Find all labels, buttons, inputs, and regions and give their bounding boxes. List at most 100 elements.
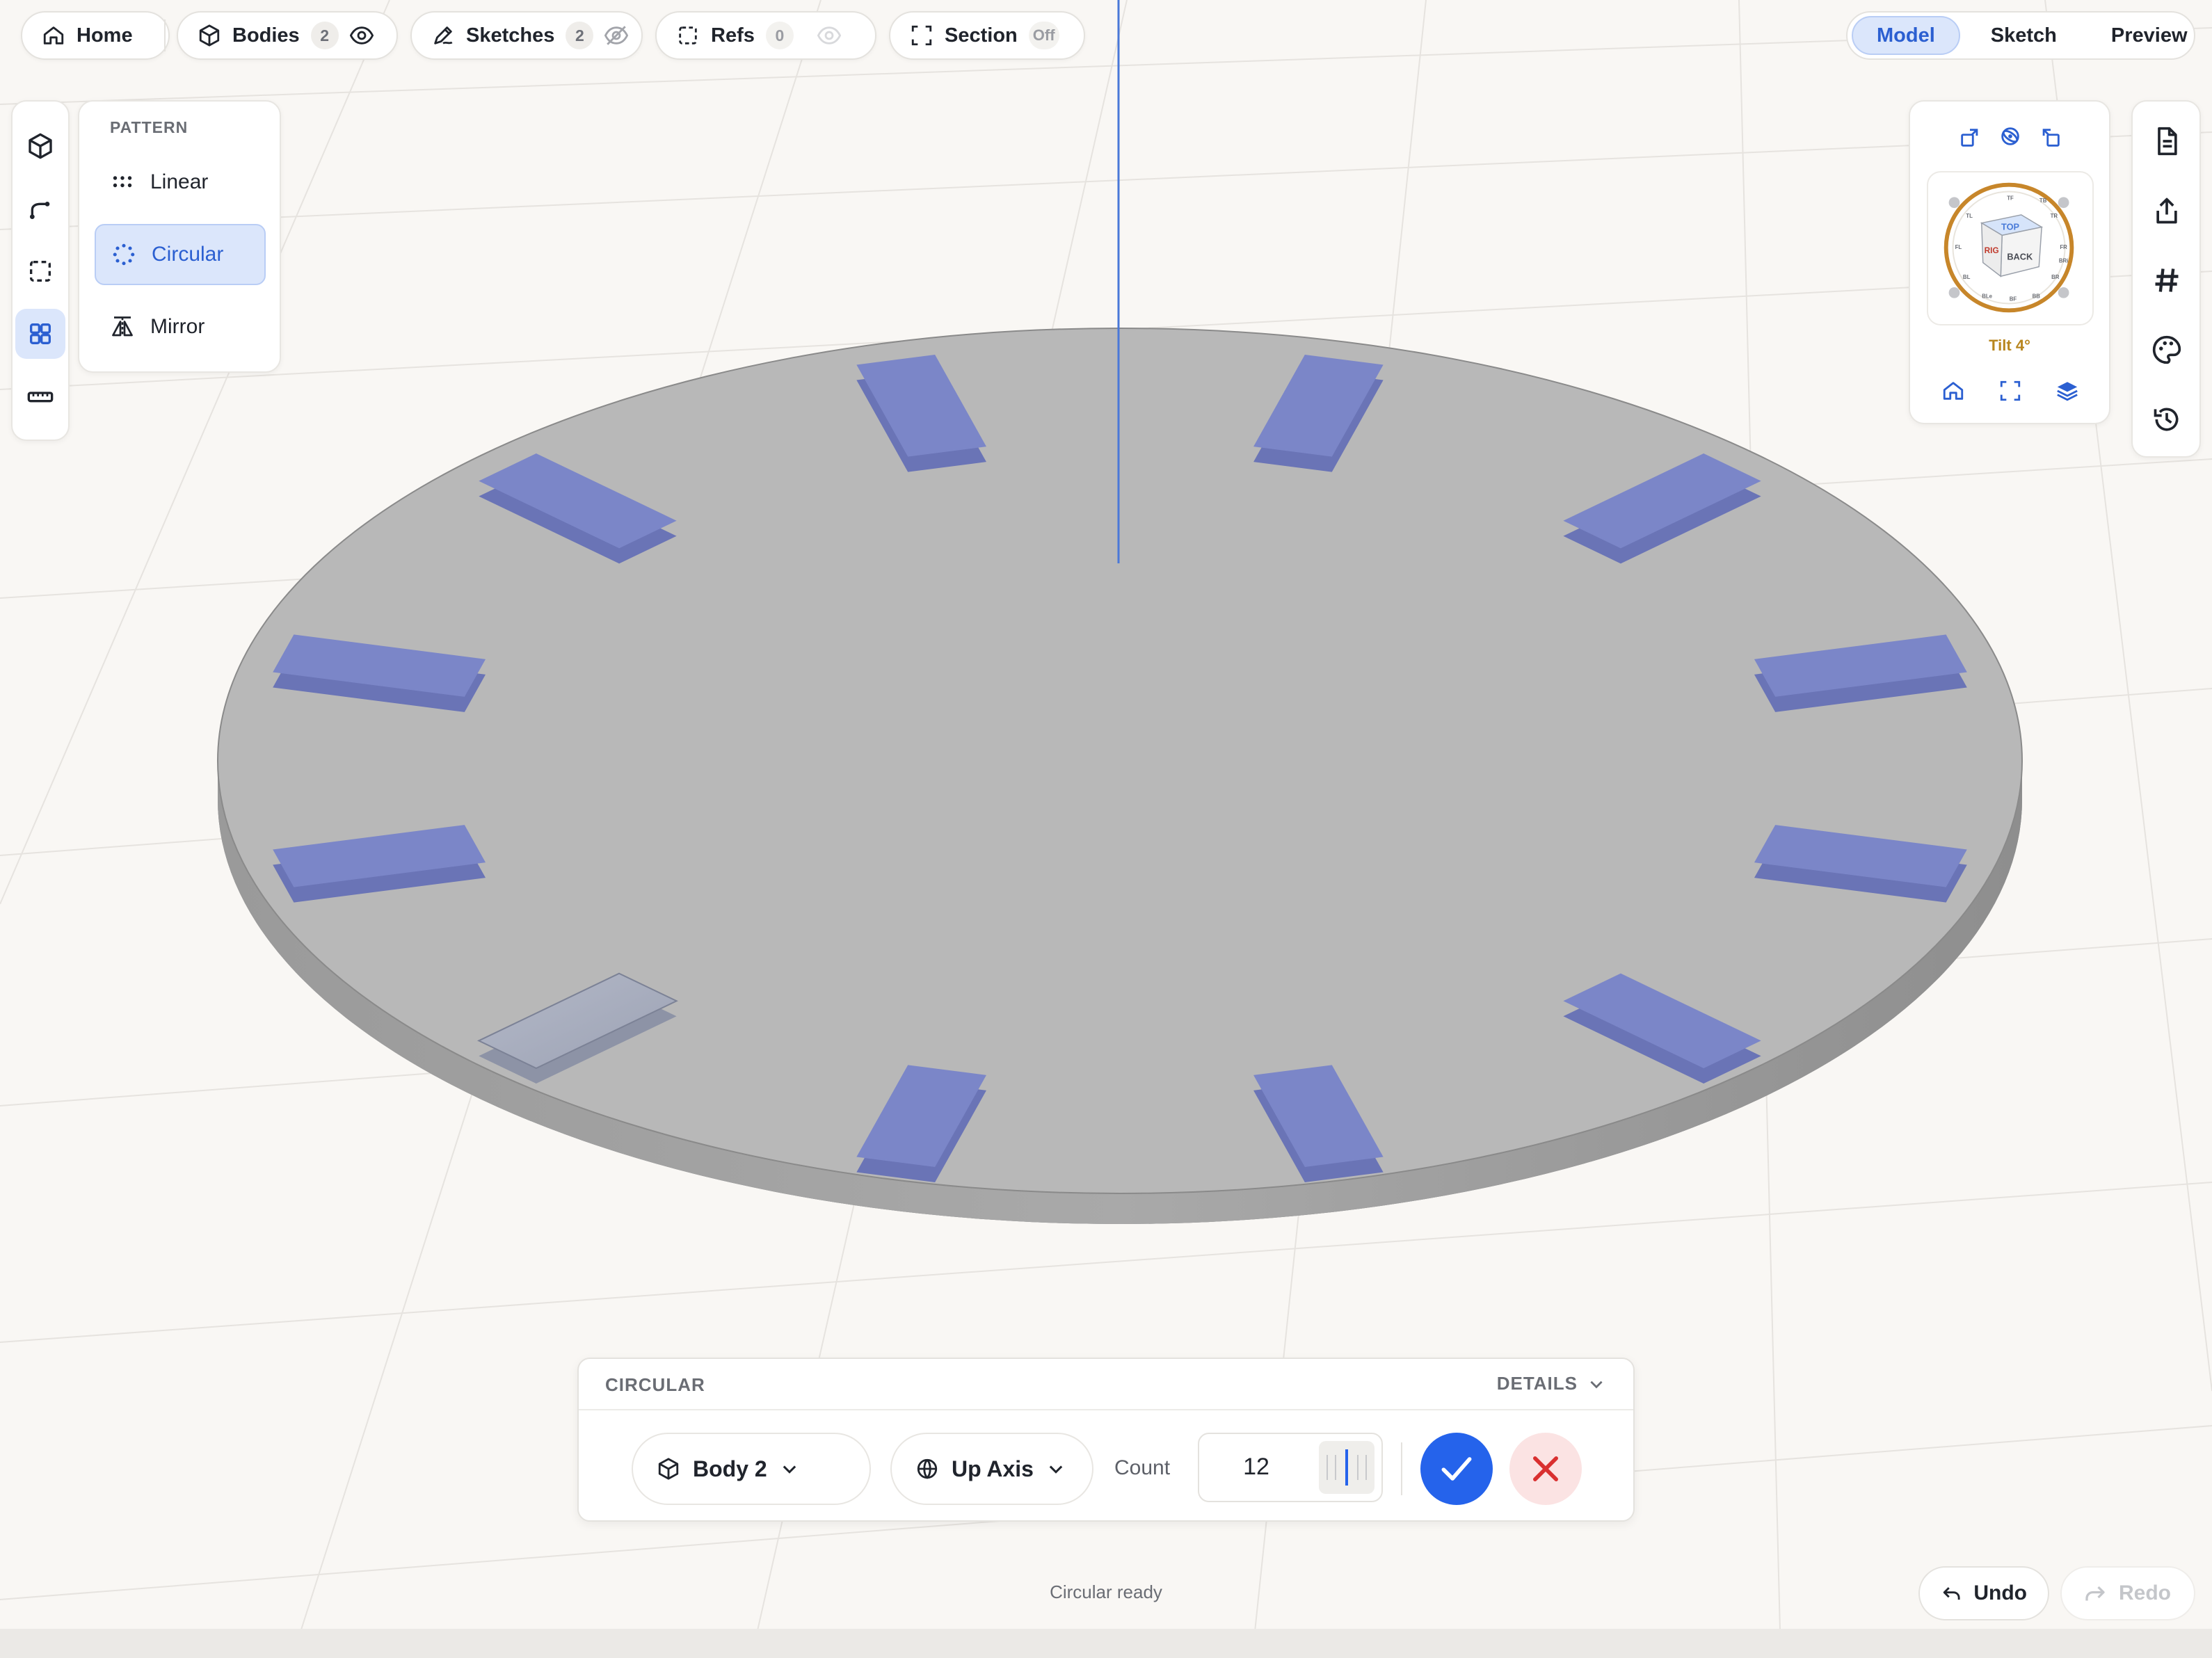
rotate-right-button[interactable] [2031,118,2070,157]
chevron-down-icon [1590,1381,1603,1388]
pattern-icon [30,323,51,344]
count-label: Count [1114,1456,1171,1479]
cube-ring-label[interactable]: BL [1963,274,1971,280]
rotate-right-icon [2042,129,2060,147]
layers-button[interactable] [2048,371,2087,410]
redo-button[interactable]: Redo [2060,1566,2195,1620]
mode-model-button[interactable]: Model [1852,16,1960,55]
pattern-circular-label: Circular [152,243,224,266]
view-cube[interactable]: TOP BACK RIG TL TF TB TR FL FR BRi BR BL… [1927,171,2094,325]
fit-view-button[interactable] [1991,371,2030,410]
axis-select-value: Up Axis [952,1456,1034,1481]
orbit-icon [2001,127,2019,145]
body-tool-button[interactable] [15,121,65,171]
count-input[interactable]: 12 [1198,1433,1383,1502]
cube-ring-label[interactable]: TF [2007,195,2014,201]
linear-pattern-icon [113,176,132,188]
details-toggle[interactable]: DETAILS [1497,1373,1605,1394]
home-label: Home [77,24,133,47]
count-value: 12 [1243,1454,1269,1480]
undo-icon [1943,1587,1960,1600]
cube-ring-label[interactable]: TL [1966,213,1973,219]
chevron-down-icon [783,1465,796,1474]
redo-icon [2085,1586,2105,1601]
cube-ring-label[interactable]: TB [2039,198,2047,204]
select-icon [30,261,51,282]
view-cube-panel: TOP BACK RIG TL TF TB TR FL FR BRi BR BL… [1909,100,2110,424]
disc-body[interactable] [217,328,2023,1224]
cube-ring-label[interactable]: BB [2033,293,2041,300]
eye-icon[interactable] [349,24,374,47]
bodies-label: Bodies [232,24,300,47]
pattern-linear-item[interactable]: Linear [95,152,266,213]
count-stepper[interactable] [1319,1441,1375,1494]
fit-view-icon [2000,380,2021,401]
rotate-left-icon [1961,129,1978,147]
cube-ring-label[interactable]: TR [2051,213,2058,219]
share-button[interactable] [2142,186,2191,235]
section-button[interactable]: Section Off [889,11,1085,60]
confirm-button[interactable] [1420,1433,1493,1505]
circular-pattern-icon [113,243,135,266]
pattern-tool-button[interactable] [15,309,65,359]
right-toolbar [2131,100,2201,458]
axis-select[interactable]: Up Axis [890,1433,1093,1505]
cube-ring-label[interactable]: BLe [1982,293,1992,300]
globe-icon [917,1458,938,1479]
cube-ring-label[interactable]: BF [2010,296,2017,303]
cube-ring-label[interactable]: BRi [2059,258,2069,264]
body-select[interactable]: Body 2 [632,1433,871,1505]
cancel-button[interactable] [1509,1433,1582,1505]
document-button[interactable] [2142,117,2191,166]
refs-button[interactable]: Refs 0 [655,11,876,60]
sketches-button[interactable]: Sketches 2 [410,11,643,60]
home-button[interactable]: Home [21,11,170,60]
body-select-value: Body 2 [693,1456,767,1481]
refs-icon [679,26,697,45]
tilt-readout: Tilt 4° [1989,337,2030,354]
history-icon [2154,408,2179,431]
operation-title: CIRCULAR [605,1374,705,1395]
pattern-mirror-item[interactable]: Mirror [95,296,266,357]
share-icon [2156,198,2177,224]
eye-off-icon[interactable] [817,24,841,47]
pattern-mirror-label: Mirror [150,315,205,338]
circular-pattern-panel: CIRCULAR DETAILS Body 2 Up Axis Count 12 [577,1358,1635,1522]
cube-back-face[interactable]: BACK [2007,252,2033,262]
history-button[interactable] [2142,395,2191,444]
measure-icon [27,392,54,403]
cube-ring-label[interactable]: FL [1955,244,1962,250]
view-cube-gizmo[interactable]: TOP BACK RIG TL TF TB TR FL FR BRi BR BL… [1928,172,2092,324]
undo-button[interactable]: Undo [1918,1566,2049,1620]
pattern-circular-item[interactable]: Circular [95,224,266,285]
home-view-button[interactable] [1934,371,1973,410]
mode-preview-button[interactable]: Preview [2087,16,2211,55]
stepper-handle-icon [1327,1449,1367,1486]
pattern-panel-title: PATTERN [110,118,189,136]
mode-switcher: Model Sketch Preview [1846,11,2195,60]
sketch-pen-icon [434,26,453,45]
grid-snap-button[interactable] [2142,256,2191,305]
select-tool-button[interactable] [15,246,65,296]
cube-right-face[interactable]: RIG [1985,246,1999,255]
sketches-count-badge: 2 [566,22,594,49]
topbar-divider [164,19,166,51]
bodies-button[interactable]: Bodies 2 [177,11,398,60]
measure-tool-button[interactable] [15,371,65,421]
bottom-strip [0,1629,2212,1658]
appearance-button[interactable] [2142,325,2191,374]
section-icon [911,25,932,46]
cube-icon [199,24,220,47]
sketch-tool-button[interactable] [15,184,65,234]
details-label: DETAILS [1496,1373,1578,1394]
cube-top-face[interactable]: TOP [2001,221,2019,232]
mode-sketch-button[interactable]: Sketch [1967,16,2081,55]
pattern-linear-label: Linear [150,170,209,193]
eye-off-icon[interactable] [604,24,629,47]
sketch-icon [30,202,50,219]
cube-ring-label[interactable]: FR [2060,244,2067,250]
rotate-left-button[interactable] [1950,118,1989,157]
layers-icon [2057,382,2078,401]
cube-ring-label[interactable]: BR [2051,274,2060,280]
orbit-button[interactable] [1991,117,2030,156]
